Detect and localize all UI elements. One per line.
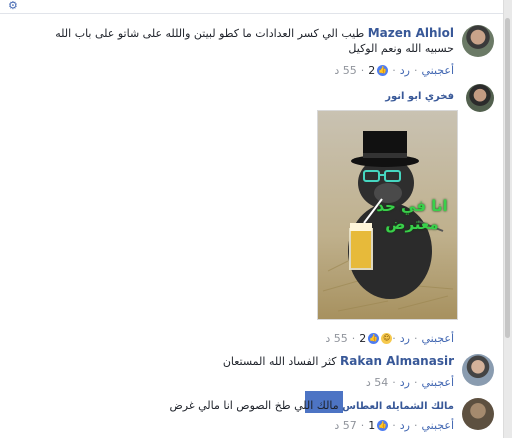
comment-text: كثر الفساد الله المستعان <box>222 355 337 368</box>
comment-actions: أعجبني · رد · 54 د <box>365 376 454 389</box>
avatar[interactable] <box>462 25 494 57</box>
reply-link[interactable]: رد <box>400 332 410 345</box>
timestamp[interactable]: 55 د <box>325 332 347 345</box>
reply-link[interactable]: رد <box>400 64 410 77</box>
comment-author[interactable]: فخري ابو انور <box>385 91 454 102</box>
timestamp[interactable]: 55 د <box>334 64 356 77</box>
comment-text: مالك اللي طخ الصوص انا مالي غرض <box>169 399 339 412</box>
comment-body: مالك الشمايله العطاس مالك اللي طخ الصوص … <box>54 398 454 414</box>
meme-image[interactable]: انا في حد معترض <box>317 110 458 320</box>
comment-author[interactable]: Mazen Alhlol <box>368 26 454 40</box>
reaction-count[interactable]: 👍 2 <box>368 64 389 77</box>
reply-link[interactable]: رد <box>400 419 410 432</box>
like-link[interactable]: أعجبني <box>421 376 454 389</box>
comment-actions: أعجبني · رد · ☺ 👍 2 · 55 د <box>325 332 454 345</box>
meme-caption: انا في حد معترض <box>376 197 448 233</box>
scrollbar[interactable] <box>503 0 512 438</box>
comment-body: Mazen Alhlol طيب الي كسر العدادات ما كطو… <box>54 26 454 56</box>
comment-author[interactable]: Rakan Almanasir <box>340 354 454 368</box>
top-bar: ⚙ <box>0 0 512 14</box>
gear-icon[interactable]: ⚙ <box>8 0 18 12</box>
comment-body: Rakan Almanasir كثر الفساد الله المستعان <box>54 354 454 369</box>
reply-link[interactable]: رد <box>400 376 410 389</box>
like-reaction-icon: 👍 <box>377 420 389 431</box>
like-link[interactable]: أعجبني <box>421 419 454 432</box>
like-reaction-icon: 👍 <box>368 333 380 344</box>
scrollbar-thumb[interactable] <box>505 18 510 338</box>
like-link[interactable]: أعجبني <box>421 64 454 77</box>
reaction-count[interactable]: 👍 1 <box>368 419 389 432</box>
comment-actions: أعجبني · رد · 👍 1 · 57 د <box>334 419 454 432</box>
avatar[interactable] <box>462 354 494 386</box>
haha-reaction-icon: ☺ <box>381 333 393 344</box>
like-reaction-icon: 👍 <box>377 65 389 76</box>
timestamp[interactable]: 54 د <box>366 376 388 389</box>
comment-author[interactable]: مالك الشمايله العطاس <box>342 401 454 412</box>
avatar[interactable] <box>462 398 494 430</box>
avatar[interactable] <box>466 84 494 112</box>
like-link[interactable]: أعجبني <box>421 332 454 345</box>
comment-body: فخري ابو انور <box>385 88 454 104</box>
comment-actions: أعجبني · رد · 👍 2 · 55 د <box>334 64 454 77</box>
reaction-count[interactable]: ☺ 👍 2 <box>359 332 393 345</box>
timestamp[interactable]: 57 د <box>334 419 356 432</box>
